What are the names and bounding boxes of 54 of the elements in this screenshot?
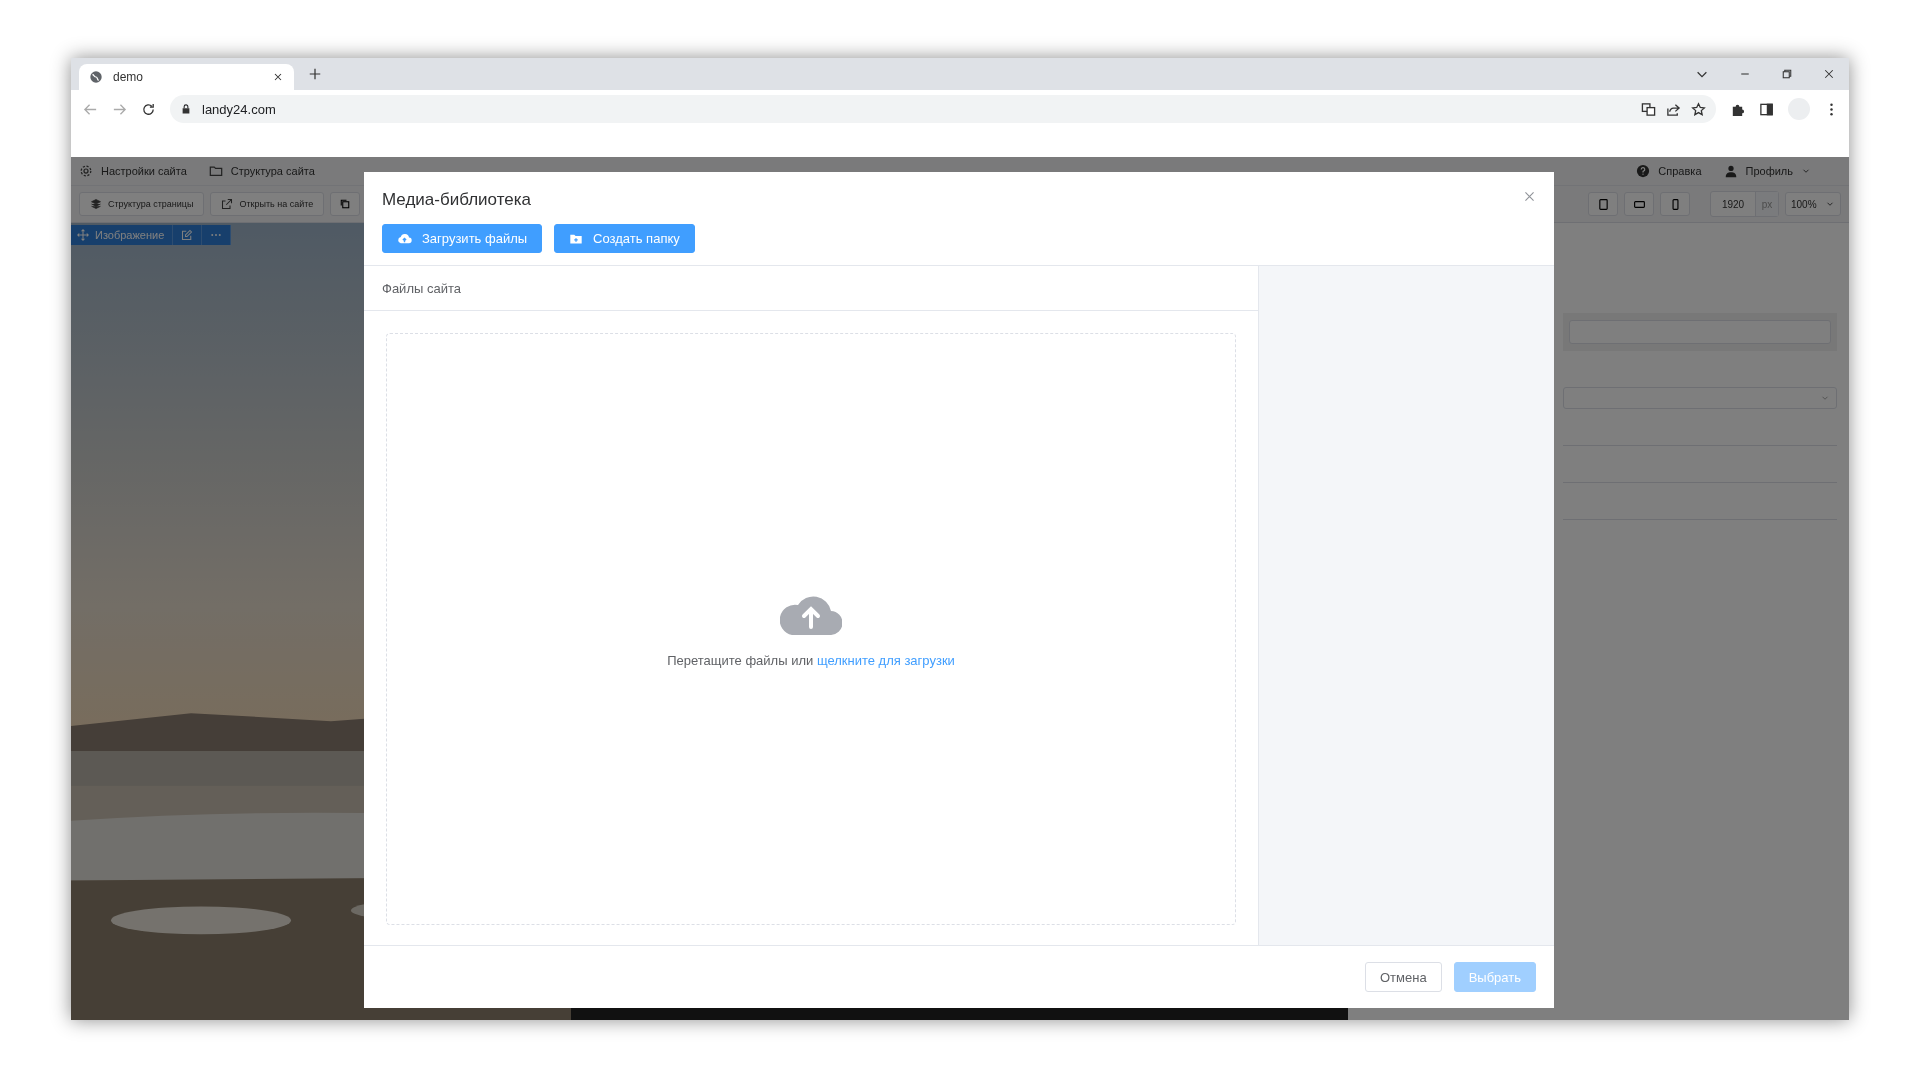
copy-button[interactable] [330, 192, 361, 216]
menu-item[interactable]: Профиль [1723, 164, 1811, 178]
address-bar[interactable]: landy24.com [170, 95, 1716, 123]
edit-icon [181, 229, 194, 241]
select-field[interactable] [1563, 387, 1837, 409]
external-link-icon [221, 198, 234, 210]
cloud-upload-icon [397, 231, 412, 246]
star-icon [1691, 101, 1706, 117]
folder-icon [208, 164, 223, 178]
close-button[interactable] [1523, 190, 1536, 203]
dialog-title: Медиа-библиотека [382, 190, 531, 210]
gear-icon [79, 164, 93, 178]
close-icon [1823, 68, 1835, 80]
device-button[interactable] [1624, 192, 1654, 216]
zoom-select[interactable]: 100% [1785, 192, 1841, 216]
translate-button[interactable] [1641, 101, 1656, 117]
globe-icon [89, 70, 103, 84]
plus-icon [308, 67, 322, 81]
close-icon [272, 71, 284, 83]
restore-icon [1781, 68, 1793, 80]
close-icon [1523, 190, 1536, 203]
side-panel-button[interactable] [1759, 101, 1774, 117]
lock-icon [180, 103, 192, 115]
cancel-button[interactable]: Отмена [1364, 962, 1442, 992]
drop-zone[interactable]: Перетащите файлы или щелкните для загрузки [386, 333, 1236, 925]
upload-link[interactable]: щелкните для загрузки [816, 652, 955, 668]
translate-icon [1641, 101, 1656, 117]
menu-item[interactable]: Справка [1636, 164, 1702, 178]
copy-icon [339, 198, 352, 210]
url-text: landy24.com [202, 101, 276, 117]
side-panel-icon [1759, 101, 1774, 117]
drop-hint: Перетащите файлы или щелкните для загрузки [667, 652, 955, 668]
device-button[interactable] [1660, 192, 1690, 216]
section-title: Файлы сайта [382, 280, 461, 296]
new-tab-button[interactable] [308, 67, 322, 81]
bookmark-button[interactable] [1691, 101, 1706, 117]
layers-icon [90, 198, 102, 210]
element-label[interactable]: Изображение [71, 225, 174, 245]
menu-item[interactable]: Структура сайта [208, 164, 315, 178]
move-icon [77, 229, 89, 241]
close-window-button[interactable] [1823, 68, 1835, 80]
reload-button[interactable] [141, 101, 156, 117]
menu-item[interactable]: Настройки сайта [79, 164, 187, 178]
user-icon [1723, 164, 1738, 178]
action-button[interactable]: Загрузить файлы [382, 224, 543, 253]
action-button[interactable]: Создать папку [554, 224, 695, 253]
tablet-icon [1596, 197, 1610, 211]
restore-button[interactable] [1781, 68, 1793, 80]
browser-tab[interactable]: demo [79, 64, 294, 90]
help-icon [1636, 164, 1651, 178]
toolbar-button[interactable]: Структура страницы [79, 192, 205, 216]
reload-icon [141, 101, 156, 117]
device-button[interactable] [1588, 192, 1618, 216]
toolbar-button[interactable]: Открыть на сайте [210, 192, 325, 216]
